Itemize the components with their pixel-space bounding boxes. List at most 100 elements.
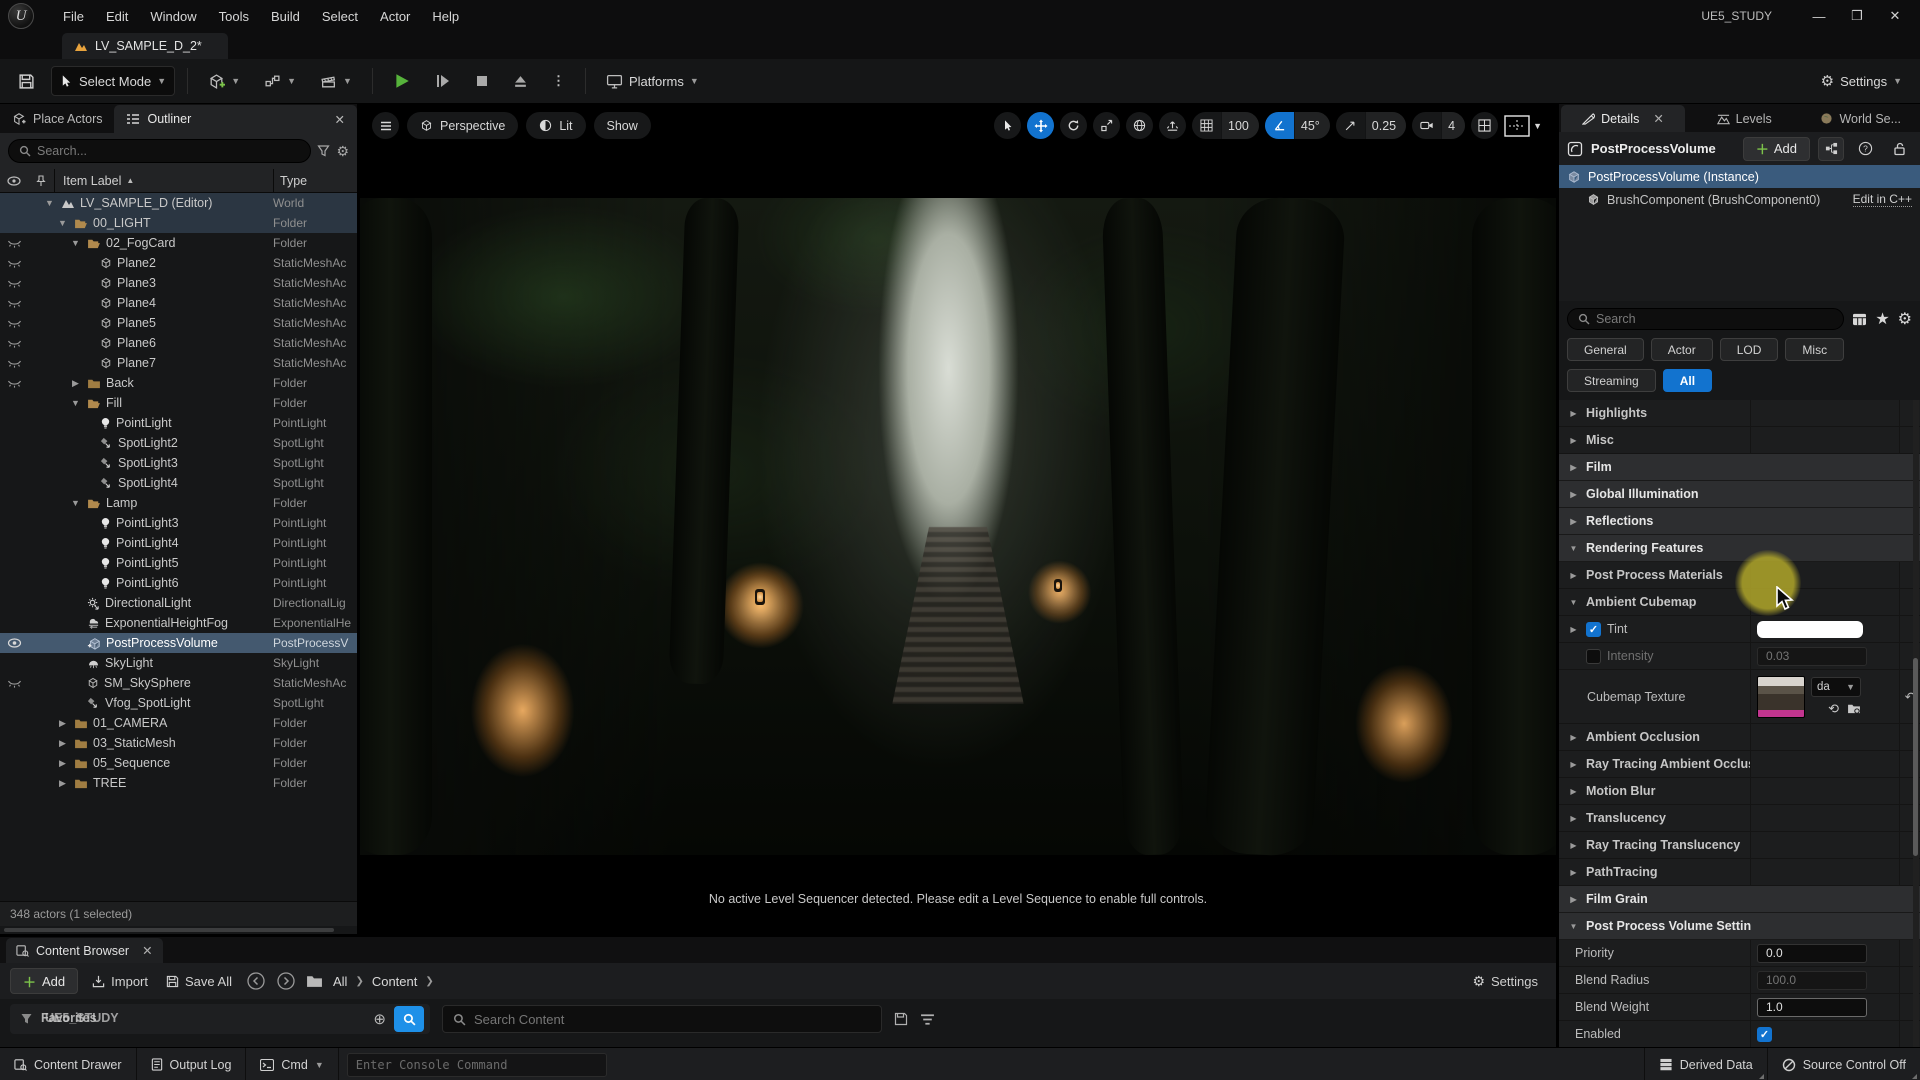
checkbox[interactable] <box>1586 649 1601 664</box>
details-section-ambient-occlusion[interactable]: ▶Ambient Occlusion <box>1559 724 1920 751</box>
value-input[interactable]: 0.03 <box>1757 647 1867 666</box>
lit-mode-dropdown[interactable]: Lit <box>526 112 585 139</box>
details-section-pathtracing[interactable]: ▶PathTracing <box>1559 859 1920 886</box>
close-tab-icon[interactable]: ✕ <box>335 112 345 127</box>
close-tab-icon[interactable]: ✕ <box>142 943 152 958</box>
console-command-input[interactable]: Enter Console Command <box>347 1053 607 1077</box>
property-row-priority[interactable]: Priority0.0 <box>1559 940 1920 967</box>
details-section-translucency[interactable]: ▶Translucency <box>1559 805 1920 832</box>
outliner-row[interactable]: SkyLightSkyLight <box>0 653 357 673</box>
details-section-film[interactable]: ▶Film <box>1559 454 1920 481</box>
details-section-reflections[interactable]: ▶Reflections <box>1559 508 1920 535</box>
maximize-viewport-button[interactable]: ▼ <box>1504 115 1542 137</box>
scale-snap-value[interactable]: 0.25 <box>1365 112 1406 139</box>
find-in-content-button[interactable] <box>394 1006 424 1032</box>
outliner-row[interactable]: Plane7StaticMeshAc <box>0 353 357 373</box>
expand-arrow-icon[interactable]: ▶ <box>1567 436 1580 445</box>
surface-snapping-button[interactable] <box>1159 112 1186 139</box>
visibility-toggle[interactable] <box>0 359 28 368</box>
add-component-button[interactable]: ＋ Add <box>1743 137 1810 161</box>
outliner-row[interactable]: DirectionalLightDirectionalLig <box>0 593 357 613</box>
edit-in-cpp-link[interactable]: Edit in C++ <box>1853 192 1912 207</box>
source-control-button[interactable]: Source Control Off <box>1767 1048 1920 1080</box>
outliner-row[interactable]: ▼00_LIGHTFolder <box>0 213 357 233</box>
expand-arrow-icon[interactable]: ▶ <box>56 758 69 769</box>
filter-chip-all[interactable]: All <box>1663 369 1712 392</box>
maximize-button[interactable]: ❒ <box>1840 3 1874 29</box>
checkbox[interactable]: ✓ <box>1757 1027 1772 1042</box>
filter-options-icon[interactable] <box>920 1013 935 1026</box>
outliner-row[interactable]: SM_SkySphereStaticMeshAc <box>0 673 357 693</box>
outliner-row[interactable]: Plane6StaticMeshAc <box>0 333 357 353</box>
outliner-row[interactable]: PointLightPointLight <box>0 413 357 433</box>
level-viewport[interactable]: Perspective Lit Show <box>360 104 1556 934</box>
forward-button[interactable] <box>276 971 296 991</box>
instance-row[interactable]: PostProcessVolume (Instance) <box>1559 165 1920 188</box>
component-hierarchy-button[interactable] <box>1818 137 1844 161</box>
output-log-button[interactable]: Output Log <box>137 1048 247 1080</box>
expand-arrow-icon[interactable]: ▼ <box>69 238 82 248</box>
details-section-ray-tracing-translucency[interactable]: ▶Ray Tracing Translucency <box>1559 832 1920 859</box>
camera-speed-value[interactable]: 4 <box>1441 112 1465 139</box>
menu-item-actor[interactable]: Actor <box>369 0 421 32</box>
expand-arrow-icon[interactable]: ▶ <box>1567 409 1580 418</box>
visibility-toggle[interactable] <box>0 339 28 348</box>
outliner-row[interactable]: SpotLight4SpotLight <box>0 473 357 493</box>
minimize-button[interactable]: — <box>1802 3 1836 29</box>
menu-item-build[interactable]: Build <box>260 0 311 32</box>
property-row-intensity[interactable]: Intensity0.03 <box>1559 643 1920 670</box>
expand-arrow-icon[interactable]: ▼ <box>43 198 56 208</box>
browse-to-asset-icon[interactable] <box>1847 703 1861 714</box>
save-button[interactable] <box>10 66 43 96</box>
pin-column-icon[interactable] <box>28 175 54 187</box>
rotation-snap-value[interactable]: 45° <box>1294 112 1330 139</box>
property-row-blend-weight[interactable]: Blend Weight1.0 <box>1559 994 1920 1021</box>
play-step-button[interactable] <box>427 66 459 96</box>
details-section-misc[interactable]: ▶Misc <box>1559 427 1920 454</box>
expand-arrow-icon[interactable]: ▼ <box>56 218 69 228</box>
visibility-toggle[interactable] <box>0 299 28 308</box>
outliner-row[interactable]: Plane4StaticMeshAc <box>0 293 357 313</box>
expand-arrow-icon[interactable]: ▶ <box>1567 760 1580 769</box>
save-search-icon[interactable] <box>894 1012 908 1026</box>
component-row[interactable]: BrushComponent (BrushComponent0) Edit in… <box>1559 188 1920 211</box>
property-row-tint[interactable]: ▶✓Tint <box>1559 616 1920 643</box>
details-settings-icon[interactable]: ⚙ <box>1898 309 1912 329</box>
details-search-input[interactable]: Search <box>1567 308 1844 330</box>
outliner-row[interactable]: ▼02_FogCardFolder <box>0 233 357 253</box>
outliner-row[interactable]: Plane3StaticMeshAc <box>0 273 357 293</box>
menu-item-help[interactable]: Help <box>421 0 470 32</box>
outliner-row[interactable]: Plane2StaticMeshAc <box>0 253 357 273</box>
filter-chip-streaming[interactable]: Streaming <box>1567 369 1656 392</box>
tab-details[interactable]: Details ✕ <box>1561 105 1685 132</box>
menu-item-window[interactable]: Window <box>139 0 207 32</box>
tab-levels[interactable]: Levels <box>1687 105 1802 132</box>
play-button[interactable] <box>385 66 419 96</box>
filter-chip-misc[interactable]: Misc <box>1785 338 1844 361</box>
grid-snap-control[interactable]: 100 <box>1192 112 1259 139</box>
outliner-row[interactable]: PostProcessVolumePostProcessV <box>0 633 357 653</box>
derived-data-button[interactable]: Derived Data <box>1644 1048 1767 1080</box>
cmd-dropdown[interactable]: Cmd ▼ <box>246 1048 338 1080</box>
tab-content-browser[interactable]: Content Browser ✕ <box>6 938 163 963</box>
expand-arrow-icon[interactable]: ▶ <box>56 738 69 749</box>
checkbox[interactable]: ✓ <box>1586 622 1601 637</box>
rotate-tool-button[interactable] <box>1060 112 1087 139</box>
outliner-search-input[interactable]: Search... <box>8 139 311 163</box>
close-tab-icon[interactable]: ✕ <box>1653 111 1663 126</box>
outliner-row[interactable]: ▶03_StaticMeshFolder <box>0 733 357 753</box>
details-section-film-grain[interactable]: ▶Film Grain <box>1559 886 1920 913</box>
visibility-toggle[interactable] <box>0 319 28 328</box>
select-tool-button[interactable] <box>994 112 1021 139</box>
outliner-row[interactable]: PointLight3PointLight <box>0 513 357 533</box>
filter-chip-general[interactable]: General <box>1567 338 1644 361</box>
outliner-row[interactable]: PointLight4PointLight <box>0 533 357 553</box>
outliner-row[interactable]: ▶05_SequenceFolder <box>0 753 357 773</box>
column-item-label[interactable]: Item Label▲ <box>54 169 273 192</box>
cinematics-dropdown[interactable]: ▼ <box>312 66 360 96</box>
lock-icon[interactable] <box>1886 137 1912 161</box>
eject-button[interactable] <box>505 66 536 96</box>
viewport-menu-button[interactable] <box>372 112 399 139</box>
expand-arrow-icon[interactable]: ▶ <box>1567 571 1580 580</box>
value-input[interactable]: 100.0 <box>1757 971 1867 990</box>
